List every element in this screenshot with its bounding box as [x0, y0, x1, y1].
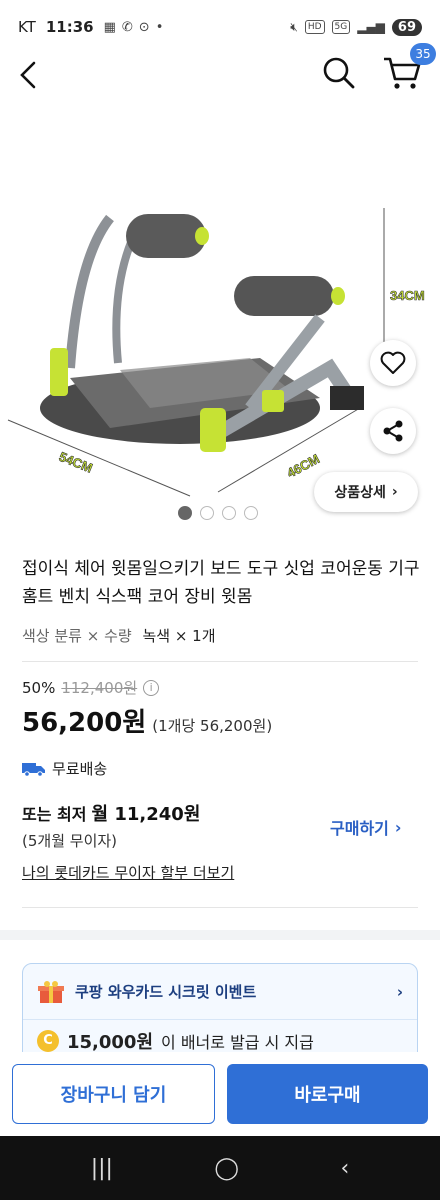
option-value: 녹색 × 1개: [142, 627, 216, 645]
system-nav-bar: ||| ◯ ‹: [0, 1136, 440, 1200]
original-price: 112,400원: [61, 679, 138, 697]
installment-buy-link[interactable]: 구매하기 ›: [330, 815, 401, 839]
share-icon: [383, 420, 403, 442]
section-separator: [0, 930, 440, 940]
product-title: 접이식 체어 윗몸일으키기 보드 도구 싯업 코어운동 기구 홈트 벤치 식스팩…: [22, 559, 420, 607]
event-amount: 15,000원: [67, 1032, 154, 1053]
calendar-icon: ▦: [103, 19, 116, 35]
wifi-call-icon: ✆: [121, 19, 133, 35]
image-pagination: [178, 506, 258, 520]
mute-icon: 🔇︎: [290, 19, 298, 34]
cart-count-badge: 35: [410, 43, 436, 65]
truck-icon: [22, 762, 45, 777]
installment-buy-label: 구매하기: [330, 819, 389, 838]
page-dot[interactable]: [222, 506, 236, 520]
discount-row: 50% 112,400원 i: [22, 677, 160, 698]
shipping-row: 무료배송: [22, 758, 107, 779]
card-installment-link[interactable]: 나의 롯데카드 무이자 할부 더보기: [22, 862, 234, 883]
installment-amount: 월 11,240원: [91, 804, 201, 825]
page-dot[interactable]: [200, 506, 214, 520]
gift-icon: [38, 980, 64, 1003]
wishlist-button[interactable]: [370, 340, 416, 386]
divider: [22, 661, 418, 662]
status-bar: KT 11:36 ▦ ✆ ⊙ • 🔇︎ HD 5G ▂▄▆ 69: [0, 0, 440, 54]
heart-icon: [380, 351, 406, 374]
recent-apps-icon[interactable]: |||: [91, 1156, 113, 1181]
option-label: 색상 분류 × 수량: [22, 627, 132, 645]
discount-rate: 50%: [22, 678, 56, 697]
battery-indicator: 69: [391, 18, 422, 36]
page-dot[interactable]: [178, 506, 192, 520]
dot-icon: •: [155, 19, 164, 35]
event-description: 이 배너로 발급 시 지급: [161, 1033, 314, 1052]
chevron-right-icon: ›: [391, 484, 398, 500]
clock: 11:36: [45, 18, 94, 36]
search-button[interactable]: [322, 56, 356, 94]
price-row: 56,200원 (1개당 56,200원): [22, 702, 272, 739]
info-icon[interactable]: i: [143, 679, 160, 696]
width-dimension-label: 54CM: [57, 449, 95, 476]
chevron-right-icon: ›: [396, 982, 403, 1001]
product-detail-button[interactable]: 상품상세 ›: [314, 472, 418, 512]
carrier-label: KT: [18, 18, 36, 36]
top-nav: 35: [0, 43, 440, 102]
installment-prefix: 또는 최저: [22, 805, 87, 824]
depth-dimension-label: 46CM: [284, 451, 322, 481]
chevron-right-icon: ›: [394, 817, 402, 837]
voicemail-icon: ⊙: [138, 19, 150, 35]
hd-badge: HD: [304, 20, 325, 34]
buy-now-button[interactable]: 바로구매: [227, 1064, 428, 1124]
back-button[interactable]: [18, 55, 50, 95]
network-badge: 5G: [331, 20, 351, 34]
shipping-label: 무료배송: [52, 760, 108, 778]
sale-price: 56,200원: [22, 708, 147, 738]
event-title: 쿠팡 와우카드 시크릿 이벤트: [75, 983, 257, 1001]
height-dimension-label: 34CM: [390, 288, 425, 303]
divider: [22, 907, 418, 908]
share-button[interactable]: [370, 408, 416, 454]
option-summary[interactable]: 색상 분류 × 수량 녹색 × 1개: [22, 625, 216, 646]
back-nav-icon[interactable]: ‹: [340, 1156, 349, 1181]
signal-icon: ▂▄▆: [357, 20, 385, 34]
coin-icon: C: [37, 1030, 59, 1052]
add-to-cart-button[interactable]: 장바구니 담기: [12, 1064, 215, 1124]
bottom-action-bar: 장바구니 담기 바로구매: [0, 1052, 440, 1136]
installment-row: 또는 최저 월 11,240원: [22, 800, 200, 826]
page-dot[interactable]: [244, 506, 258, 520]
product-detail-label: 상품상세: [334, 485, 386, 501]
search-icon: [323, 57, 355, 89]
chevron-left-icon: [20, 61, 36, 89]
installment-sub: (5개월 무이자): [22, 832, 118, 850]
unit-price: (1개당 56,200원): [152, 717, 273, 735]
home-icon[interactable]: ◯: [214, 1156, 239, 1181]
cart-button[interactable]: 35: [382, 43, 436, 95]
